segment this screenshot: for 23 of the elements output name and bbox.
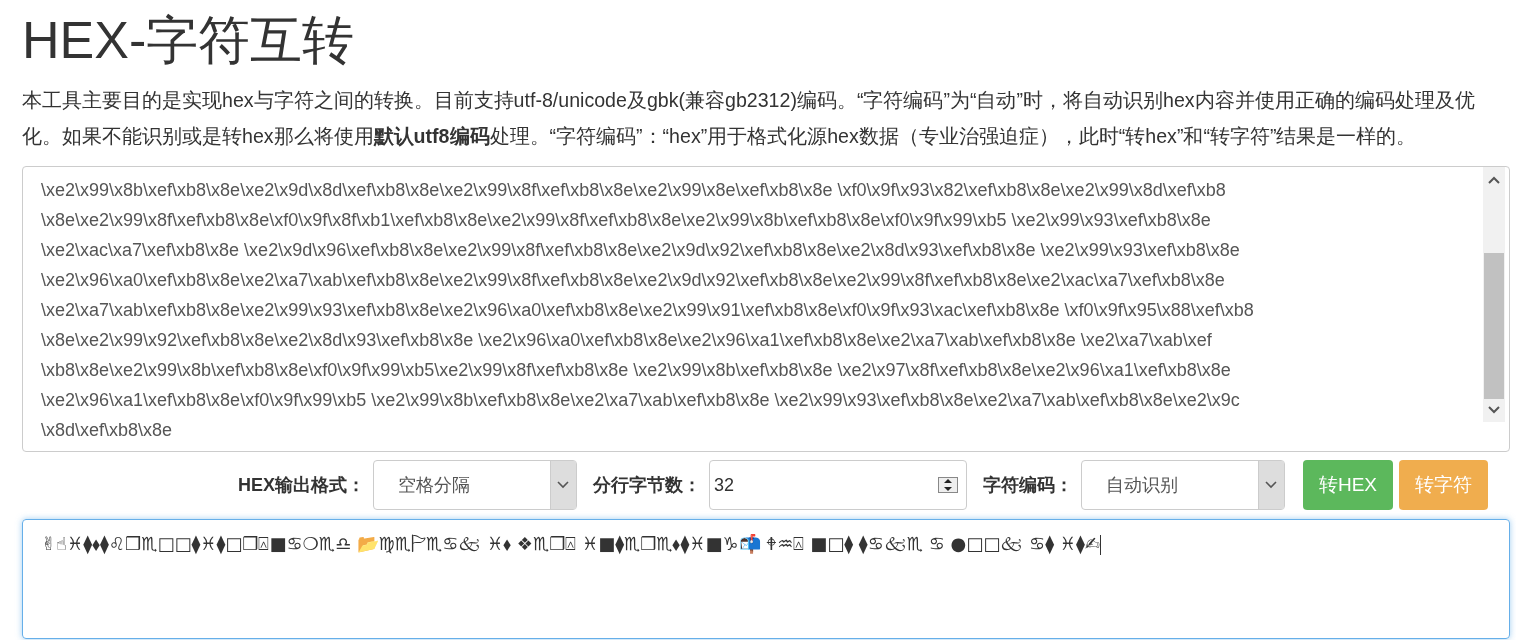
hex-text-line: \xe2\x96\xa1\xef\xb8\x8e\xf0\x9f\x99\xb5 \xe2\x99\x8b\xef\xb8\x8e\xe2\xa7\xab\xef\xb8\x8e \xe2\x99\x93\xef\xb8\x8e\xe2\xa7\xab\xef\xb8\x8e\xe2\x9c <box>41 389 1241 412</box>
hex-text-line: \xe2\x99\x8b\xef\xb8\x8e\xe2\x9d\x8d\xef\xb8\x8e\xe2\x99\x8f\xef\xb8\x8e\xe2\x99\x8e\xef\xb8\x8e \xf0\x9f\x93\x82\xef\xb8\x8e\xe2\x99\x8d\xef\xb8 <box>41 179 1227 202</box>
hex-text-line: \x8e\xe2\x99\x92\xef\xb8\x8e\xe2\x8d\x93\xef\xb8\x8e \xe2\x96\xa0\xef\xb8\x8e\xe2\x96\xa1\xef\xb8\x8e\xe2\xa7\xab\xef\xb8\x8e \xe2\xa7\xab\xef <box>41 329 1213 352</box>
hex-textarea[interactable] <box>22 166 1510 452</box>
hex-text-line: \x8d\xef\xb8\x8e <box>41 419 174 442</box>
hex-text-line: \x8e\xe2\x99\x8f\xef\xb8\x8e\xf0\x9f\x8f\xb1\xef\xb8\x8e\xe2\x99\x8f\xef\xb8\x8e\xe2\x99\x8b\xef\xb8\x8e\xf0\x9f\x99\xb5 \xe2\x99\x93\xef\xb8\x8e <box>41 209 1212 232</box>
description: 本工具主要目的是实现hex与字符之间的转换。目前支持utf-8/unicode及gbk(兼容gb2312)编码。“字符编码”为“自动”时，将自动识别hex内容并使用正确的编码处理及优化。如果不能识别或是转hex那么将使用默认utf8编码处理。“字符编码”：“hex”用于格式化源hex数据（专业治强迫症），此时“转hex”和“转字符”结果是一样的。 <box>22 88 1476 149</box>
hex-text-line: \xb8\x8e\xe2\x99\x8b\xef\xb8\x8e\xf0\x9f\x99\xb5\xe2\x99\x8f\xef\xb8\x8e \xe2\x99\x8b\xef\xb8\x8e \xe2\x97\x8f\xef\xb8\x8e\xe2\x96\xa1\xef\xb8\x8e <box>41 359 1232 382</box>
select-field[interactable]: 自动识别 <box>1080 460 1285 510</box>
number-field[interactable]: 32 <box>708 460 967 510</box>
caret-icon <box>557 481 570 489</box>
hex-text-line: \xe2\xac\xa7\xef\xb8\x8e \xe2\x9d\x96\xef\xb8\x8e\xe2\x99\x8f\xef\xb8\x8e\xe2\x9d\x92\xef\xb8\x8e\xe2\x8d\x93\xef\xb8\x8e \xe2\x99\x93\xef\xb8\x8e <box>41 239 1241 262</box>
select-field[interactable]: 空格分隔 <box>372 460 577 510</box>
hex-text-line: \xe2\xa7\xab\xef\xb8\x8e\xe2\x99\x93\xef\xb8\x8e\xe2\x96\xa0\xef\xb8\x8e\xe2\x99\x91\xef\xb8\x8e\xf0\x9f\x93\xac\xef\xb8\x8e \xf0\x9f\x95\x88\xef\xb8 <box>41 299 1255 322</box>
field-label: 字符编码： <box>982 473 1073 497</box>
text-output-field[interactable]: ✌☝♓⧫⬧⧫♌❒♏□□⧫♓⧫□❒⍓■♋❍♏♎ 📂♍♏🏱♏♋🙵 ♓⬧ ❖♏❒⍓ ♓■⧫♏❒♏⬧⧫♓■♑📬 🕈♒⍓ ■□⧫ ⧫♋🙵♏ ♋ ●□□🙵 ♋⧫ ♓⧫✍ <box>22 519 1510 639</box>
scrollbar[interactable] <box>1483 167 1505 422</box>
field-label: 分行字节数： <box>592 473 701 497</box>
page-title: HEX-字符互转 <box>22 10 356 66</box>
hex-text-line: \xe2\x96\xa0\xef\xb8\x8e\xe2\xa7\xab\xef\xb8\x8e\xe2\x99\x8f\xef\xb8\x8e\xe2\x9d\x92\xef\xb8\x8e\xe2\x99\x8f\xef\xb8\x8e\xe2\xac\xa7\xef\xb8\x8e <box>41 269 1226 292</box>
spinner-icon <box>937 477 958 493</box>
field-label: HEX输出格式： <box>237 473 365 497</box>
caret-icon <box>1265 481 1278 489</box>
